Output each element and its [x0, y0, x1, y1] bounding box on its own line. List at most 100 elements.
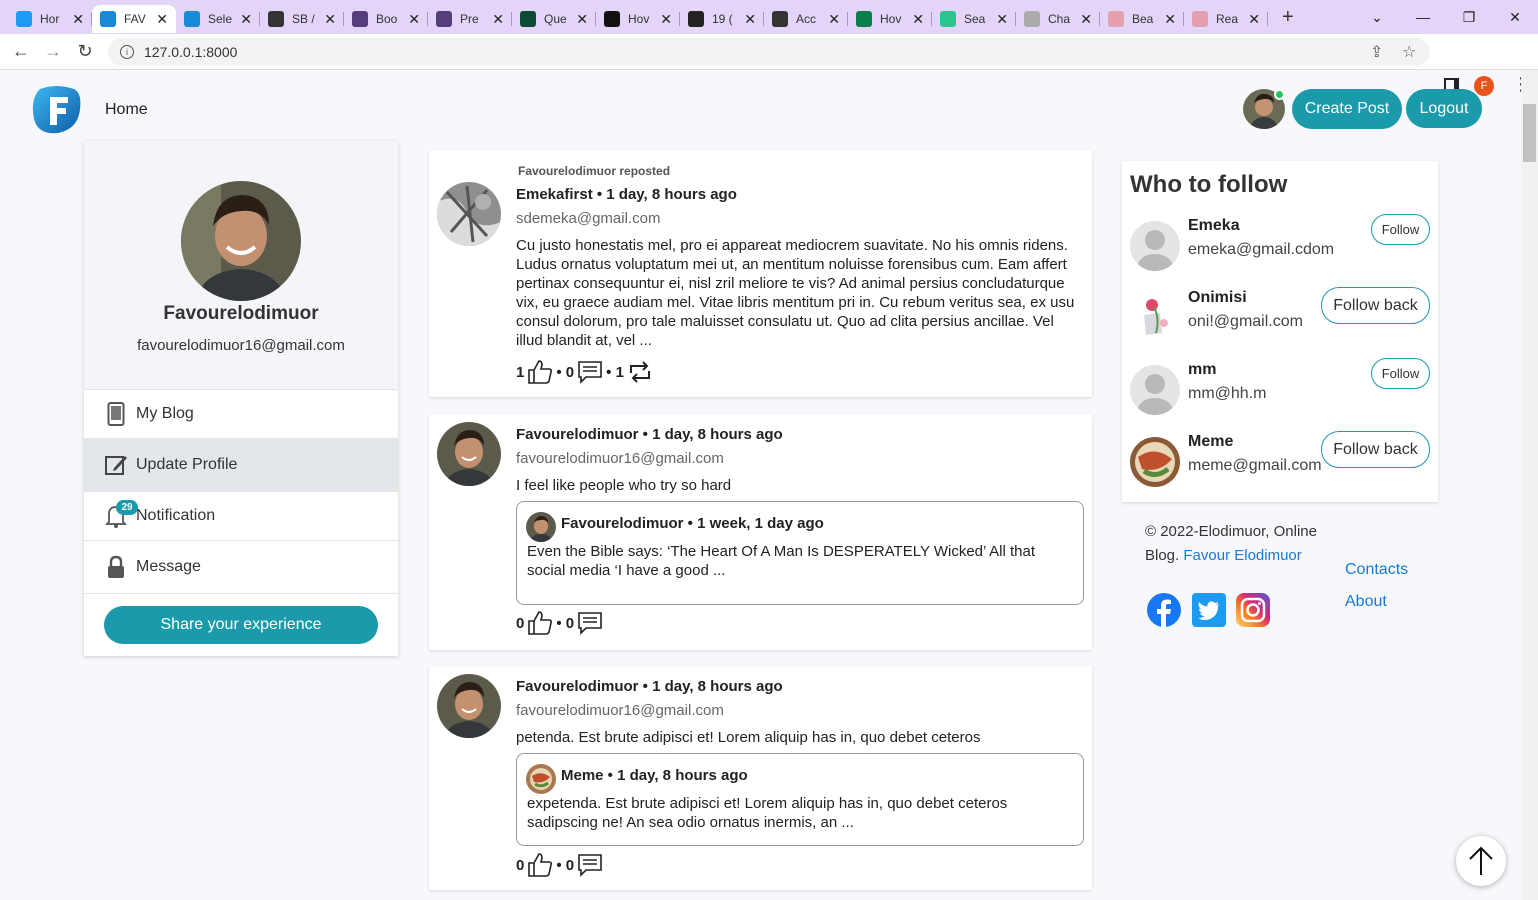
post-card[interactable]: Favourelodimuor reposted Emekafirst • 1 … — [429, 150, 1092, 397]
close-tab-icon[interactable]: ✕ — [912, 11, 924, 28]
close-tab-icon[interactable]: ✕ — [1164, 11, 1176, 28]
about-link[interactable]: About — [1345, 593, 1387, 611]
suggestion-name[interactable]: Meme — [1188, 433, 1233, 451]
bookmark-star-icon[interactable]: ☆ — [1402, 38, 1416, 66]
browser-tab[interactable]: Hor ✕ — [8, 5, 92, 33]
thumbs-up-icon[interactable] — [527, 852, 553, 878]
browser-tab[interactable]: SB / ✕ — [260, 5, 344, 33]
comment-icon[interactable] — [577, 360, 603, 384]
close-tab-icon[interactable]: ✕ — [156, 11, 168, 28]
menu-notification[interactable]: 29 Notification — [84, 491, 398, 540]
author-link[interactable]: Favour Elodimuor — [1183, 547, 1301, 564]
close-tab-icon[interactable]: ✕ — [492, 11, 504, 28]
post-actions: 1 • 0 • 1 — [516, 359, 656, 385]
comment-icon[interactable] — [577, 853, 603, 877]
post-author-avatar[interactable] — [437, 422, 501, 486]
browser-tab[interactable]: FAV ✕ — [92, 5, 176, 33]
logout-button[interactable]: Logout — [1406, 89, 1482, 128]
browser-tab[interactable]: Que ✕ — [512, 5, 596, 33]
post-author-line[interactable]: Emekafirst • 1 day, 8 hours ago — [516, 186, 737, 203]
browser-tab[interactable]: Acc ✕ — [764, 5, 848, 33]
menu-notification-label: Notification — [136, 507, 216, 524]
back-arrow-icon[interactable]: ← — [5, 41, 37, 62]
thumbs-up-icon[interactable] — [527, 610, 553, 636]
phone-icon — [104, 402, 128, 426]
browser-tab[interactable]: Hov ✕ — [596, 5, 680, 33]
browser-tab[interactable]: Sea ✕ — [932, 5, 1016, 33]
post-author-line[interactable]: Favourelodimuor • 1 day, 8 hours ago — [516, 426, 783, 443]
default-avatar-icon[interactable] — [1130, 365, 1180, 415]
scroll-to-top-button[interactable] — [1456, 836, 1506, 886]
post-author-avatar[interactable] — [437, 182, 501, 246]
create-post-button[interactable]: Create Post — [1292, 89, 1402, 129]
repost-icon[interactable] — [627, 361, 653, 383]
menu-my-blog[interactable]: My Blog — [84, 389, 398, 438]
post-body[interactable]: Cu justo honestatis mel, pro ei appareat… — [516, 236, 1081, 350]
close-tab-icon[interactable]: ✕ — [1080, 11, 1092, 28]
url-bar[interactable]: i 127.0.0.1:8000 ⇪ ☆ — [108, 38, 1430, 66]
scrollbar-thumb[interactable] — [1523, 104, 1536, 162]
tab-search-icon[interactable]: ⌄ — [1354, 9, 1400, 26]
close-tab-icon[interactable]: ✕ — [996, 11, 1008, 28]
close-tab-icon[interactable]: ✕ — [72, 11, 84, 28]
site-info-icon[interactable]: i — [120, 45, 134, 59]
instagram-icon[interactable] — [1236, 593, 1270, 627]
site-logo-icon[interactable] — [30, 83, 82, 135]
post-body[interactable]: petenda. Est brute adipisci et! Lorem al… — [516, 728, 1081, 747]
address-bar-row: ← → ↻ i 127.0.0.1:8000 ⇪ ☆ F ⋮ — [0, 34, 1538, 96]
browser-tab[interactable]: Pre ✕ — [428, 5, 512, 33]
profile-sidebar: Favourelodimuor favourelodimuor16@gmail.… — [84, 141, 398, 656]
browser-tab[interactable]: Rea ✕ — [1184, 5, 1268, 33]
reload-icon[interactable]: ↻ — [69, 41, 101, 62]
close-tab-icon[interactable]: ✕ — [240, 11, 252, 28]
close-tab-icon[interactable]: ✕ — [576, 11, 588, 28]
post-author-line[interactable]: Favourelodimuor • 1 day, 8 hours ago — [516, 678, 783, 695]
menu-update-profile[interactable]: Update Profile — [84, 438, 398, 491]
suggestion-name[interactable]: Emeka — [1188, 217, 1240, 235]
close-tab-icon[interactable]: ✕ — [408, 11, 420, 28]
forward-arrow-icon[interactable]: → — [37, 41, 69, 62]
browser-tab[interactable]: Boo ✕ — [344, 5, 428, 33]
browser-tab[interactable]: Cha ✕ — [1016, 5, 1100, 33]
new-tab-button[interactable]: + — [1282, 6, 1294, 29]
post-card[interactable]: Favourelodimuor • 1 day, 8 hours ago fav… — [429, 414, 1092, 650]
flower-avatar-icon[interactable] — [1130, 293, 1180, 343]
menu-message[interactable]: Message — [84, 540, 398, 593]
quoted-post[interactable]: Favourelodimuor • 1 week, 1 day ago Even… — [516, 501, 1084, 605]
follow-button[interactable]: Follow — [1371, 214, 1430, 245]
post-body[interactable]: I feel like people who try so hard — [516, 476, 1081, 495]
browser-profile-avatar[interactable]: F — [1474, 76, 1494, 96]
post-card[interactable]: Favourelodimuor • 1 day, 8 hours ago fav… — [429, 666, 1092, 890]
close-tab-icon[interactable]: ✕ — [660, 11, 672, 28]
twitter-icon[interactable] — [1192, 593, 1226, 627]
browser-tab[interactable]: Hov ✕ — [848, 5, 932, 33]
close-tab-icon[interactable]: ✕ — [1248, 11, 1260, 28]
suggestion-name[interactable]: Onimisi — [1188, 289, 1247, 307]
minimize-button[interactable]: — — [1400, 9, 1446, 25]
browser-tab[interactable]: Sele ✕ — [176, 5, 260, 33]
close-tab-icon[interactable]: ✕ — [744, 11, 756, 28]
post-author-avatar[interactable] — [437, 674, 501, 738]
close-tab-icon[interactable]: ✕ — [828, 11, 840, 28]
food-avatar-icon[interactable] — [1130, 437, 1180, 487]
close-tab-icon[interactable]: ✕ — [324, 11, 336, 28]
follow-back-button[interactable]: Follow back — [1321, 287, 1430, 324]
maximize-button[interactable]: ❐ — [1446, 9, 1492, 26]
browser-tab[interactable]: 19 (✕ — [680, 5, 764, 33]
facebook-icon[interactable] — [1147, 593, 1181, 627]
url-text[interactable]: 127.0.0.1:8000 — [144, 44, 237, 60]
default-avatar-icon[interactable] — [1130, 221, 1180, 271]
nav-home-link[interactable]: Home — [105, 101, 148, 119]
quoted-post[interactable]: Meme • 1 day, 8 hours ago expetenda. Est… — [516, 753, 1084, 846]
thumbs-up-icon[interactable] — [527, 359, 553, 385]
follow-button[interactable]: Follow — [1371, 358, 1430, 389]
comment-icon[interactable] — [577, 611, 603, 635]
follow-back-button[interactable]: Follow back — [1321, 431, 1430, 468]
share-icon[interactable]: ⇪ — [1370, 38, 1383, 66]
page-scrollbar[interactable] — [1521, 70, 1538, 900]
share-experience-button[interactable]: Share your experience — [104, 606, 378, 644]
browser-tab[interactable]: Bea ✕ — [1100, 5, 1184, 33]
close-window-button[interactable]: ✕ — [1492, 9, 1538, 26]
suggestion-name[interactable]: mm — [1188, 361, 1216, 379]
contacts-link[interactable]: Contacts — [1345, 561, 1408, 579]
